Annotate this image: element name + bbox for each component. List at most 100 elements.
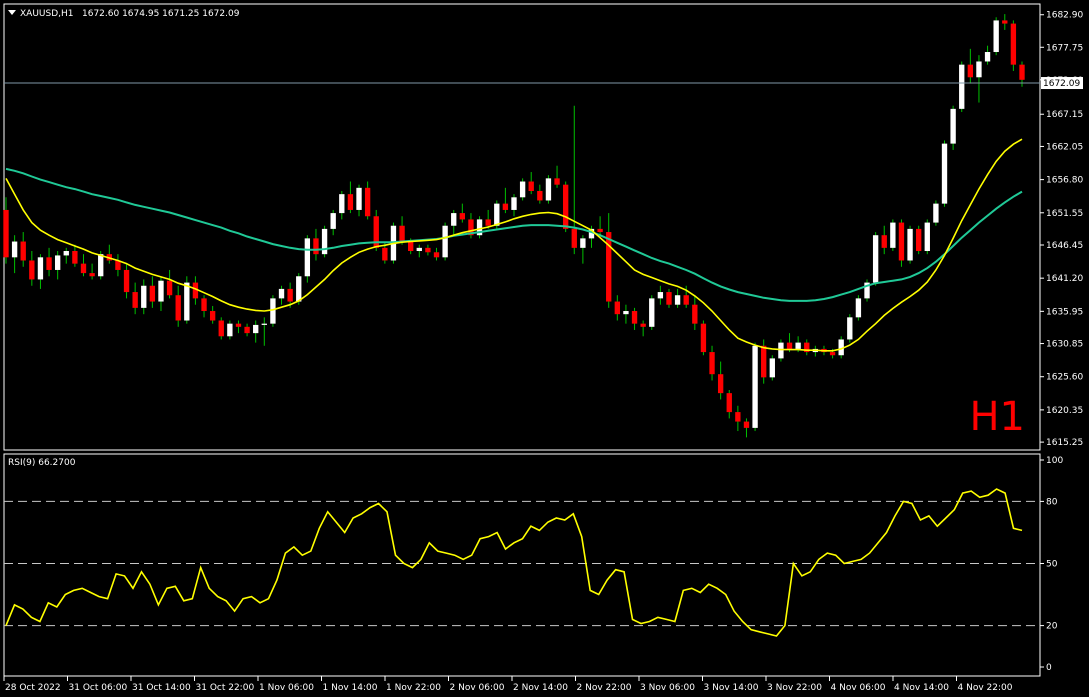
candle-body-down — [967, 64, 974, 78]
candle-body-up — [11, 241, 18, 258]
candle — [218, 317, 224, 340]
candle-body-down — [364, 187, 371, 217]
candle — [304, 235, 311, 283]
time-tick-label: 31 Oct 06:00 — [69, 683, 128, 693]
candle-body-up — [141, 285, 147, 308]
candle-body-up — [855, 298, 862, 318]
candle-body-down — [399, 225, 405, 242]
candle — [959, 61, 965, 113]
candle-body-down — [606, 232, 612, 302]
candle-body-up — [941, 143, 948, 204]
rsi-tick-label: 0 — [1046, 663, 1052, 673]
price-tick-label: 1651.55 — [1046, 209, 1083, 219]
price-tick-label: 1662.05 — [1046, 142, 1083, 152]
rsi-tick-label: 100 — [1046, 456, 1063, 466]
candle-body-down — [786, 342, 793, 349]
candle-body-down — [382, 247, 388, 261]
candle — [890, 219, 896, 252]
candle — [184, 276, 190, 324]
candle — [993, 17, 999, 56]
chart-background — [0, 0, 1089, 697]
candle-body-down — [726, 393, 732, 413]
candle-body-down — [235, 323, 242, 327]
candle-body-down — [666, 292, 672, 305]
candle-body-down — [829, 352, 836, 356]
price-tick-label: 1677.75 — [1046, 43, 1083, 53]
candle-body-up — [933, 203, 939, 223]
candle-body-down — [898, 222, 905, 261]
candle-body-up — [519, 181, 526, 198]
price-tick-label: 1682.90 — [1046, 11, 1083, 21]
time-tick-label: 2 Nov 22:00 — [577, 683, 632, 693]
price-tick-label: 1615.25 — [1046, 438, 1083, 448]
candle — [1010, 20, 1017, 71]
candle-body-up — [184, 282, 190, 321]
candle-body-up — [270, 298, 276, 324]
candle-body-down — [528, 181, 534, 191]
candle-body-up — [261, 323, 267, 325]
candle-body-down — [313, 238, 319, 255]
candle-body-down — [1002, 20, 1008, 24]
timeframe-badge: H1 — [969, 394, 1025, 440]
candle-body-down — [3, 209, 9, 258]
candle-body-down — [46, 257, 52, 270]
time-tick-label: 4 Nov 06:00 — [831, 683, 886, 693]
time-tick-label: 1 Nov 22:00 — [386, 683, 441, 693]
price-tick-label: 1656.80 — [1046, 176, 1083, 186]
candle — [321, 225, 328, 258]
time-tick-label: 4 Nov 22:00 — [958, 683, 1013, 693]
candle — [950, 105, 956, 150]
candle-body-up — [330, 213, 336, 229]
rsi-tick-label: 50 — [1046, 560, 1058, 570]
candle-body-down — [175, 295, 181, 321]
candle-body-down — [761, 345, 767, 378]
candle-body-up — [494, 203, 500, 226]
candle — [916, 225, 922, 255]
candle-body-up — [511, 197, 517, 210]
ohlc-values: 1672.60 1674.95 1671.25 1672.09 — [82, 9, 240, 19]
candle-body-up — [623, 311, 629, 315]
chart-window[interactable]: 1682.901677.751672.601667.151662.051656.… — [0, 0, 1089, 697]
candle-body-up — [976, 61, 982, 78]
time-tick-label: 1 Nov 14:00 — [323, 683, 378, 693]
candle — [442, 222, 448, 261]
candle-body-up — [907, 228, 913, 261]
candle — [864, 279, 870, 302]
candle-body-down — [408, 241, 414, 252]
candle-body-down — [459, 213, 466, 220]
candle-body-down — [916, 228, 922, 252]
candle-body-down — [881, 235, 887, 248]
candle — [476, 216, 483, 239]
candle-body-up — [158, 280, 164, 302]
candle-body-up — [37, 257, 44, 280]
candle-body-down — [123, 269, 130, 293]
candle-body-up — [984, 52, 991, 62]
candle — [270, 295, 276, 327]
candle-body-up — [253, 324, 259, 334]
candle — [872, 232, 879, 286]
rsi-tick-label: 80 — [1046, 497, 1058, 507]
time-tick-label: 2 Nov 06:00 — [450, 683, 505, 693]
time-tick-label: 28 Oct 2022 — [5, 683, 61, 693]
candle-body-up — [304, 238, 311, 277]
symbol-label: XAUUSD,H1 — [20, 9, 74, 19]
candle-body-up — [924, 222, 930, 252]
candle-body-up — [451, 213, 457, 226]
candle-body-up — [795, 342, 801, 349]
candle-body-down — [433, 252, 440, 258]
candle-body-down — [209, 311, 216, 321]
candle-body-down — [132, 292, 138, 308]
candle-body-down — [614, 301, 620, 315]
candle-body-down — [683, 295, 689, 305]
candle-body-up — [321, 228, 328, 255]
candle-body-up — [847, 317, 853, 340]
candle-body-up — [296, 276, 302, 302]
candle-body-up — [278, 288, 285, 299]
candle-body-up — [649, 298, 655, 327]
price-tick-label: 1646.45 — [1046, 241, 1083, 251]
candle — [649, 295, 655, 330]
candle — [562, 181, 569, 233]
candle-body-down — [1019, 64, 1025, 80]
candle-body-up — [778, 342, 784, 359]
candle — [898, 219, 905, 267]
